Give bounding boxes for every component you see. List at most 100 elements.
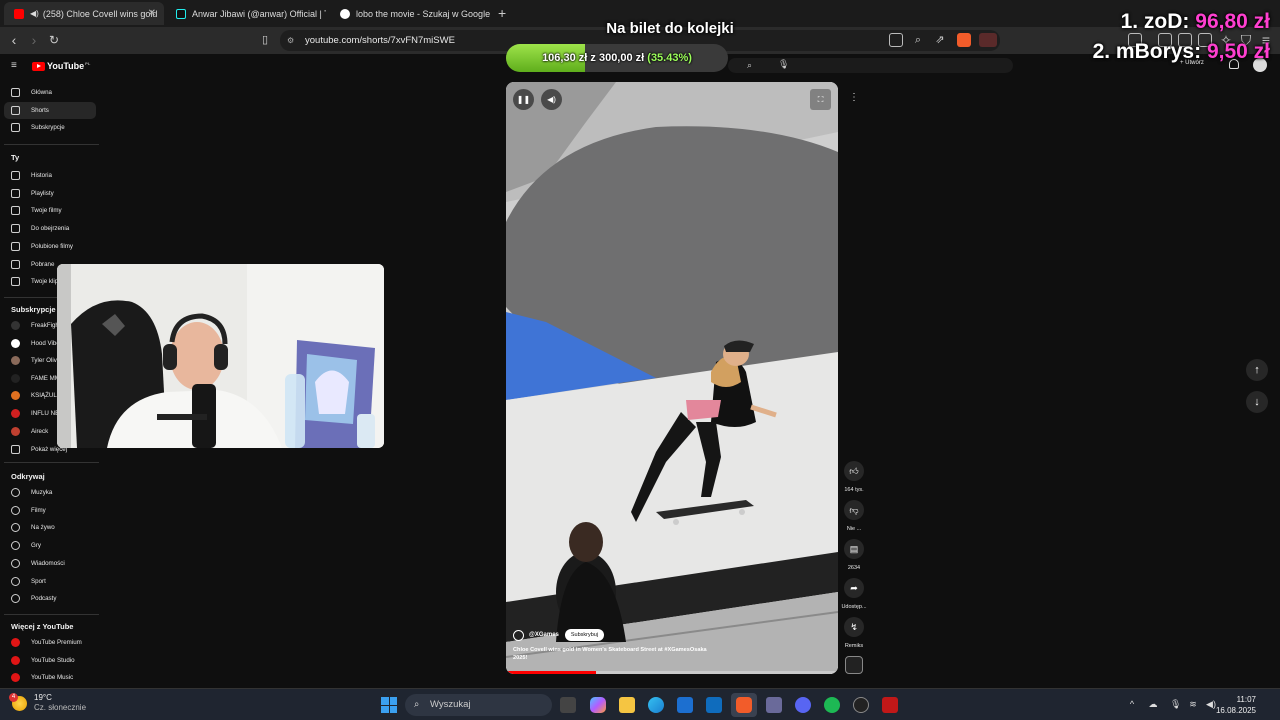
top-donor-2: 2. mBorys: 9,50 zł: [1093, 40, 1270, 64]
tab-tiktok[interactable]: Anwar Jibawi (@anwar) Official | TikTok: [166, 2, 326, 25]
next-short-icon[interactable]: ↓: [1246, 391, 1268, 413]
donor-2-name: 2. mBorys:: [1092, 40, 1202, 63]
outlook-icon[interactable]: [706, 697, 722, 713]
sidebar-you-item-0[interactable]: Historia: [4, 167, 96, 184]
goal-percent: (35.43%): [647, 52, 692, 64]
top-donor-1: 1. zoD: 96,80 zł: [1121, 10, 1270, 34]
sidebar-explore-item-0[interactable]: Muzyka: [4, 484, 96, 501]
you-section-header[interactable]: Ty: [11, 153, 19, 162]
video-hashtag[interactable]: #XGamesOsaka: [664, 647, 706, 653]
brave-taskbar-active[interactable]: [731, 693, 757, 717]
forward-icon[interactable]: ›: [26, 32, 42, 48]
microphone-icon[interactable]: 🎙︎: [778, 59, 789, 70]
subscriptions-icon: [11, 123, 20, 133]
video-title[interactable]: Chloe Covell wins gold in Women's Skateb…: [513, 646, 723, 662]
sidebar-explore-item-6[interactable]: Podcasty: [4, 590, 96, 607]
shorts-video-player[interactable]: ❚❚ ◀) ⛶ @XGames Subskrybuj Chloe Covell …: [506, 82, 838, 674]
sidebar-item-label: Shorts: [31, 106, 49, 114]
back-icon[interactable]: ‹: [6, 32, 22, 48]
history-icon: [11, 171, 20, 180]
sidebar-item-label: Gry: [31, 542, 41, 550]
youtube-logo[interactable]: YouTube PL: [32, 61, 90, 71]
windows-start-icon[interactable]: [381, 697, 397, 713]
comments-button[interactable]: ▤ 2634: [838, 539, 870, 571]
sidebar-explore-item-5[interactable]: Sport: [4, 573, 96, 590]
more-options-icon[interactable]: ⋮: [848, 92, 860, 108]
sidebar-you-item-1[interactable]: Playlisty: [4, 185, 96, 202]
copilot-icon[interactable]: [590, 697, 606, 713]
sidebar-explore-item-2[interactable]: Na żywo: [4, 519, 96, 536]
sidebar-more-item-0[interactable]: YouTube Premium: [4, 634, 96, 651]
sidebar-explore-item-1[interactable]: Filmy: [4, 502, 96, 519]
sidebar-item-label: Do obejrzenia: [31, 225, 70, 233]
sound-thumbnail[interactable]: [845, 656, 863, 674]
sidebar-item-1[interactable]: Shorts: [4, 101, 96, 119]
tab-google[interactable]: lobo the movie - Szukaj w Google: [330, 2, 490, 25]
discord-icon[interactable]: [795, 697, 811, 713]
channel-avatar[interactable]: [513, 629, 524, 641]
tray-expand-icon[interactable]: ^: [1127, 699, 1137, 709]
zoom-icon[interactable]: ⌕: [910, 32, 926, 48]
video-progress-bar[interactable]: [506, 671, 838, 674]
subscriptions-section-header[interactable]: Subskrypcje: [11, 305, 56, 314]
cast-icon[interactable]: [889, 33, 903, 47]
google-favicon-icon: [340, 8, 350, 19]
file-explorer-icon[interactable]: [619, 697, 635, 713]
edge-icon[interactable]: [648, 697, 664, 713]
close-tab-icon[interactable]: ✕: [148, 8, 156, 19]
volume-icon[interactable]: ◀): [541, 89, 562, 110]
sidebar-item-label: YouTube Premium: [31, 639, 82, 646]
search-overlay-strip[interactable]: [728, 58, 1013, 73]
task-view-icon[interactable]: [560, 697, 576, 713]
store-icon[interactable]: [677, 697, 693, 713]
sidebar-item-label: YouTube Studio: [31, 656, 75, 664]
wifi-icon[interactable]: ≋: [1188, 699, 1198, 709]
sidebar-you-item-2[interactable]: Twoje filmy: [4, 202, 96, 219]
remix-button[interactable]: ↯ Remiks: [838, 617, 870, 649]
site-info-icon[interactable]: ⚙: [287, 30, 294, 51]
tab-youtube[interactable]: ◀) (258) Chloe Covell wins gold ✕: [4, 2, 164, 25]
reload-icon[interactable]: ↻: [46, 32, 62, 48]
more-youtube-header[interactable]: Więcej z YouTube: [11, 622, 73, 631]
sidebar-you-item-3[interactable]: Do obejrzenia: [4, 220, 96, 237]
spotify-icon[interactable]: [824, 697, 840, 713]
weather-widget[interactable]: 4 19°C Cz. słonecznie: [9, 692, 86, 713]
taskbar-search[interactable]: ⌕ Wyszukaj: [405, 694, 552, 716]
sidebar-divider: [4, 614, 99, 615]
sidebar-you-item-4[interactable]: Polubione filmy: [4, 238, 96, 255]
search-icon[interactable]: ⌕: [747, 60, 752, 71]
sidebar-explore-item-4[interactable]: Wiadomości: [4, 555, 96, 572]
taskbar-clock[interactable]: 11:07 16.08.2025: [1216, 694, 1256, 716]
explore-section-header[interactable]: Odkrywaj: [11, 472, 45, 481]
streaming-app-icon[interactable]: [882, 697, 898, 713]
sidebar-item-2[interactable]: Subskrypcje: [4, 119, 96, 136]
fullscreen-icon[interactable]: ⛶: [810, 89, 831, 110]
onedrive-icon[interactable]: ☁: [1148, 699, 1158, 709]
subscribe-button[interactable]: Subskrybuj: [564, 629, 605, 641]
brave-shields-icon[interactable]: [957, 33, 971, 47]
tray-mic-icon[interactable]: 🎙︎: [1170, 699, 1181, 709]
sidebar-item-0[interactable]: Główna: [4, 84, 96, 101]
volume-tray-icon[interactable]: ◀): [1206, 699, 1216, 709]
video-title-end: 2025!: [513, 655, 528, 661]
windows-taskbar: 4 19°C Cz. słonecznie ⌕ Wyszukaj ^ ☁ 🎙︎ ≋…: [0, 688, 1280, 720]
like-button[interactable]: 👍︎ 164 tys.: [838, 461, 870, 493]
pause-icon[interactable]: ❚❚: [513, 89, 534, 110]
new-tab-icon[interactable]: +: [498, 5, 506, 21]
webcam-scene: [57, 264, 384, 448]
share-button[interactable]: ➦ Udostęp...: [838, 578, 870, 610]
share-label: Udostęp...: [841, 604, 867, 610]
bookmark-icon[interactable]: ▯: [257, 32, 273, 48]
taskbar-search-placeholder: Wyszukaj: [430, 699, 471, 710]
photos-icon[interactable]: [766, 697, 782, 713]
dislike-button[interactable]: 👎︎ Nie ...: [838, 500, 870, 532]
share-page-icon[interactable]: ⇗: [932, 32, 948, 48]
sidebar-more-item-1[interactable]: YouTube Studio: [4, 652, 96, 669]
sidebar-more-item-2[interactable]: YouTube Music: [4, 669, 96, 686]
brave-rewards-icon[interactable]: [979, 33, 997, 47]
hamburger-icon[interactable]: ≡: [11, 60, 17, 71]
sidebar-explore-item-3[interactable]: Gry: [4, 537, 96, 554]
obs-icon[interactable]: [853, 697, 869, 713]
previous-short-icon[interactable]: ↑: [1246, 359, 1268, 381]
channel-name[interactable]: @XGames: [529, 632, 559, 638]
